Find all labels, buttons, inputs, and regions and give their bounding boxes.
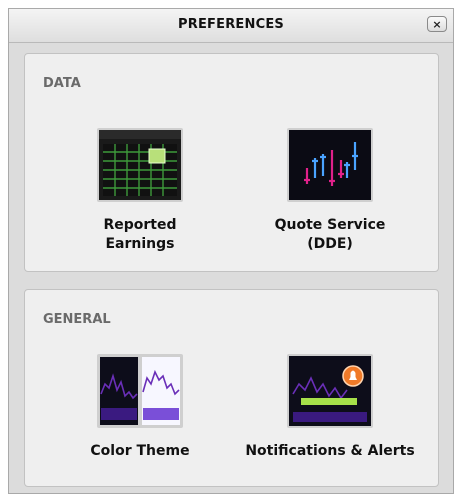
color-theme-tile[interactable]: Color Theme (45, 354, 235, 461)
quote-service-icon (287, 128, 373, 202)
reported-earnings-tile[interactable]: Reported Earnings (45, 128, 235, 254)
reported-earnings-label: Reported Earnings (103, 217, 177, 252)
data-section: DATA Reported Earnings Quote Service (DD… (24, 53, 439, 272)
general-section-label: GENERAL (43, 312, 111, 327)
notifications-alerts-tile[interactable]: Notifications & Alerts (235, 354, 425, 461)
data-section-label: DATA (43, 76, 81, 91)
quote-service-tile[interactable]: Quote Service (DDE) (235, 128, 425, 254)
quote-service-label: Quote Service (DDE) (274, 217, 386, 252)
notification-alert-icon (287, 354, 373, 428)
color-theme-icon (97, 354, 183, 428)
color-theme-label: Color Theme (90, 443, 190, 459)
window-title: PREFERENCES (178, 17, 284, 32)
preferences-window: PREFERENCES × DATA Reported Earnings Quo… (8, 8, 454, 494)
earnings-grid-icon (97, 128, 183, 202)
close-button[interactable]: × (427, 16, 447, 32)
title-bar: PREFERENCES × (9, 9, 453, 43)
general-section: GENERAL Color Theme Notifications & Aler… (24, 289, 439, 487)
notifications-alerts-label: Notifications & Alerts (245, 443, 415, 459)
